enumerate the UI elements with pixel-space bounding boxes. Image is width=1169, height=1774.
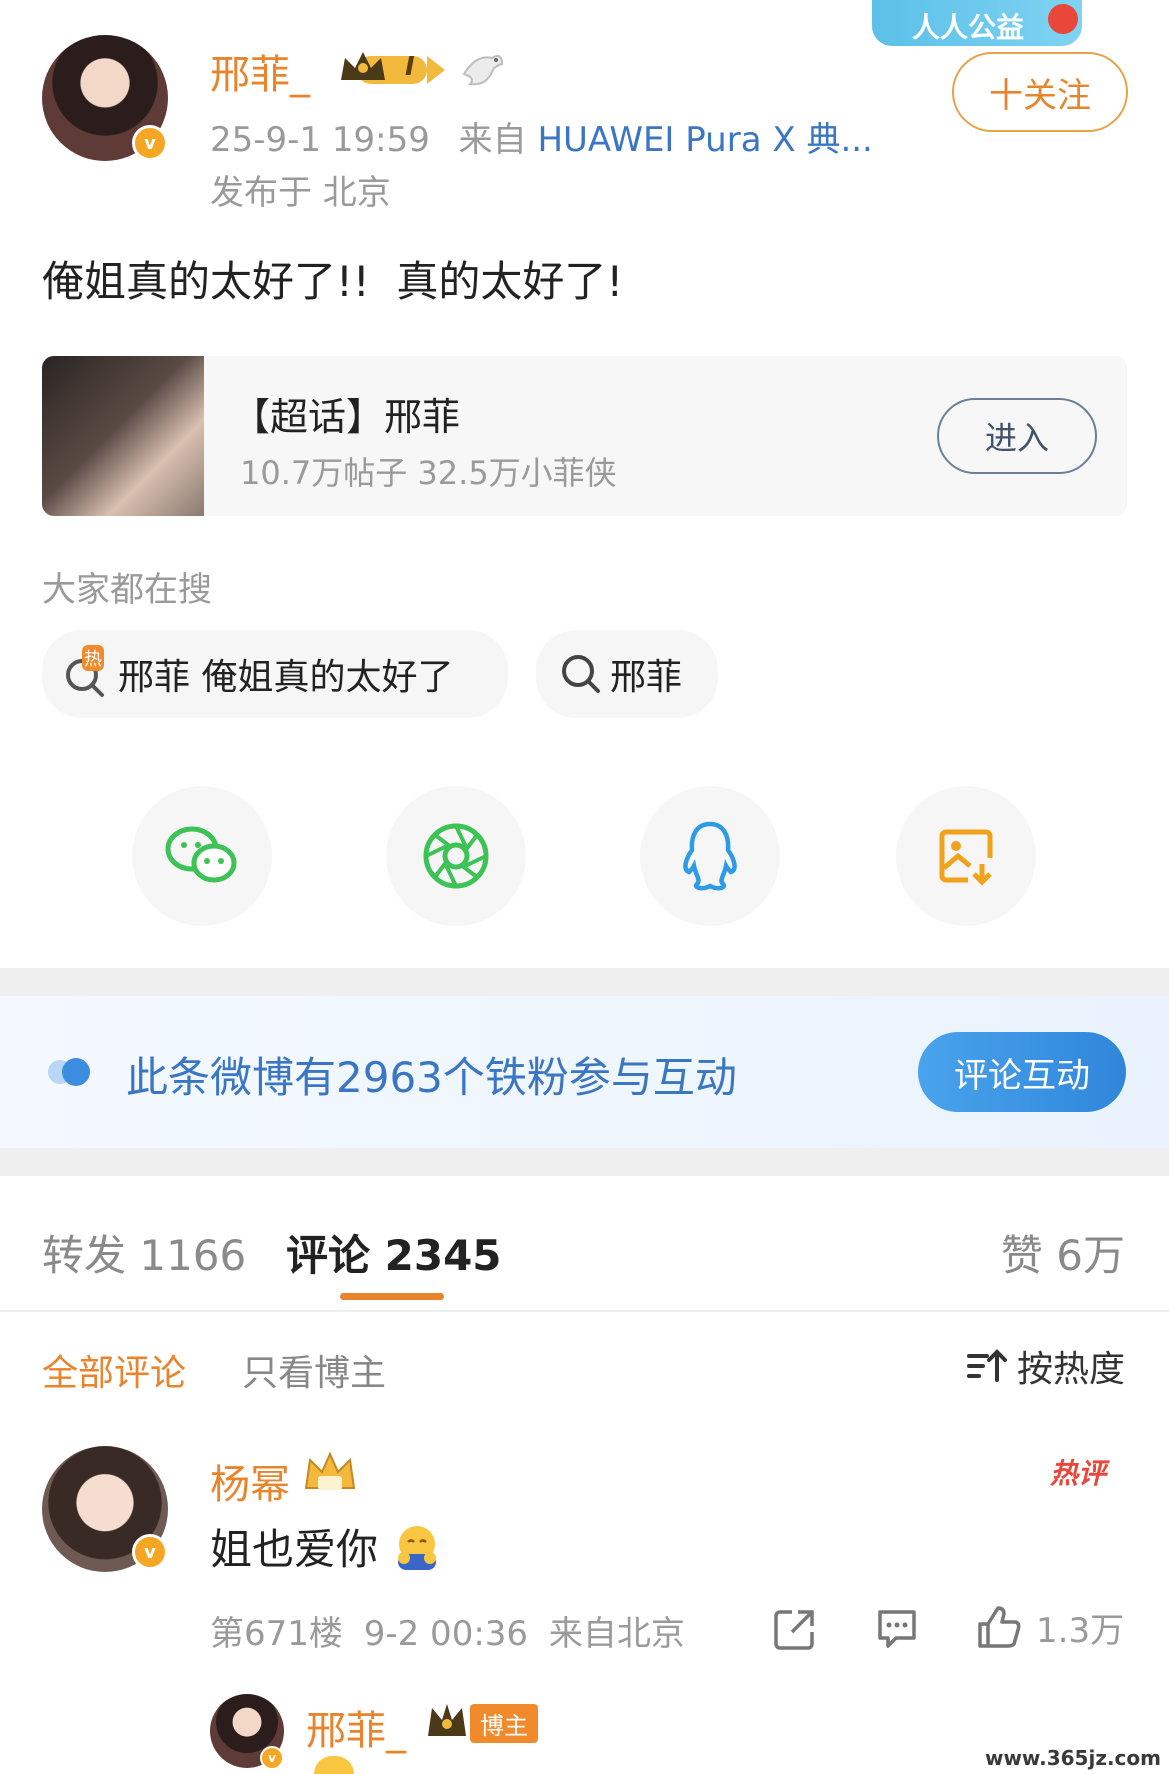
post-time: 25-9-1 19:59 (210, 120, 430, 160)
topic-card[interactable]: 【超话】邢菲 10.7万帖子 32.5万小菲侠 进入 (42, 356, 1127, 516)
share-wechat-button[interactable] (132, 786, 272, 926)
comment-from: 来自北京 (548, 1614, 685, 1654)
commenter-avatar[interactable]: v (42, 1446, 168, 1572)
like-comment-button[interactable]: 1.3万 (974, 1602, 1124, 1652)
topic-title: 【超话】邢菲 (232, 395, 461, 439)
reply-comment-icon[interactable] (874, 1606, 920, 1652)
tab-active-indicator (340, 1293, 444, 1300)
comment-floor: 第671楼 (210, 1614, 343, 1654)
save-image-icon (939, 829, 993, 886)
post-source-device[interactable]: HUAWEI Pura X 典... (537, 120, 872, 160)
thumbs-up-icon (978, 1606, 1021, 1648)
topic-enter-label: 进入 (984, 419, 1049, 457)
hug-emoji-icon (398, 1525, 437, 1570)
author-name[interactable]: 邢菲_ (210, 42, 310, 100)
moments-icon (423, 823, 489, 889)
fans-banner-icon (48, 1058, 90, 1086)
fans-banner[interactable]: 此条微博有2963个铁粉参与互动 评论互动 (0, 996, 1169, 1148)
filter-all-comments[interactable]: 全部评论 (42, 1344, 186, 1396)
hot-search-icon: 热 (62, 645, 112, 699)
commenter-name[interactable]: 杨幂 (210, 1452, 290, 1510)
search-pill-hot-label: 邢菲 俺姐真的太好了 (118, 657, 454, 698)
reply-user-name[interactable]: 邢菲_ (306, 1698, 406, 1756)
search-pill-plain-label: 邢菲 (610, 657, 683, 698)
topic-enter-button[interactable]: 进入 (937, 398, 1097, 474)
crown-badge-icon (337, 48, 449, 90)
comment-text: 姐也爱你 (210, 1516, 444, 1577)
sort-icon (966, 1349, 1007, 1382)
search-pill-plain[interactable]: 邢菲 (536, 630, 718, 718)
filter-author-only[interactable]: 只看博主 (242, 1344, 386, 1396)
post-meta: 25-9-1 19:59 来自 HUAWEI Pura X 典... (210, 112, 873, 161)
reply-author-tag: 博主 (470, 1704, 538, 1743)
reply-emoji-icon (314, 1756, 354, 1774)
share-qq-button[interactable] (640, 786, 780, 926)
post-content: 俺姐真的太好了!! 真的太好了! (42, 257, 624, 306)
level-badge: I (405, 52, 415, 82)
post-location: 发布于 北京 (210, 173, 391, 213)
comment-interact-button[interactable]: 评论互动 (918, 1032, 1126, 1112)
share-comment-icon[interactable] (772, 1606, 818, 1652)
post-source-prefix: 来自 (458, 120, 527, 160)
crown-badge-icon (428, 1704, 466, 1736)
tabs-underline (0, 1310, 1169, 1312)
search-icon (562, 655, 600, 693)
reply-avatar[interactable]: v (210, 1694, 284, 1770)
sort-by-hot[interactable]: 按热度 (965, 1340, 1125, 1392)
section-divider (0, 968, 1169, 996)
tab-repost[interactable]: 转发 1166 (42, 1222, 246, 1283)
comment-interact-label: 评论互动 (954, 1055, 1090, 1096)
share-save-image-button[interactable] (896, 786, 1036, 926)
author-avatar[interactable]: v (42, 35, 168, 161)
dove-icon (458, 48, 506, 92)
topic-cover-image (42, 356, 204, 516)
share-moments-button[interactable] (386, 786, 526, 926)
qq-icon (683, 821, 737, 891)
verified-icon: v (132, 125, 168, 161)
search-section-title: 大家都在搜 (42, 570, 212, 610)
fans-banner-text: 此条微博有2963个铁粉参与互动 (126, 1053, 737, 1102)
tab-likes[interactable]: 赞 6万 (1001, 1222, 1125, 1283)
verified-icon: v (260, 1746, 284, 1770)
sort-by-hot-label: 按热度 (1016, 1349, 1125, 1390)
charity-badge[interactable]: 人人公益 (872, 0, 1082, 46)
comment-time: 9-2 00:36 (363, 1614, 529, 1654)
charity-badge-label: 人人公益 (912, 11, 1025, 44)
verified-icon: v (132, 1534, 168, 1570)
charity-mascot-icon (1048, 4, 1078, 34)
section-divider-2 (0, 1148, 1169, 1176)
wechat-icon (165, 826, 237, 883)
hot-comment-tag: 热评 (1050, 1457, 1107, 1490)
comment-meta: 第671楼 9-2 00:36 来自北京 (210, 1606, 685, 1655)
watermark: www.365jz.com (984, 1746, 1161, 1770)
tab-comments[interactable]: 评论 2345 (286, 1222, 502, 1283)
topic-stats: 10.7万帖子 32.5万小菲侠 (240, 454, 617, 492)
hot-badge: 热 (82, 645, 104, 671)
comment-text-body: 姐也爱你 (210, 1525, 379, 1574)
follow-button[interactable]: 十关注 (952, 52, 1128, 132)
crown-badge-icon (300, 1450, 360, 1496)
follow-button-label: 十关注 (989, 75, 1091, 116)
search-pill-hot[interactable]: 热 邢菲 俺姐真的太好了 (42, 630, 508, 718)
like-count: 1.3万 (1036, 1610, 1125, 1651)
